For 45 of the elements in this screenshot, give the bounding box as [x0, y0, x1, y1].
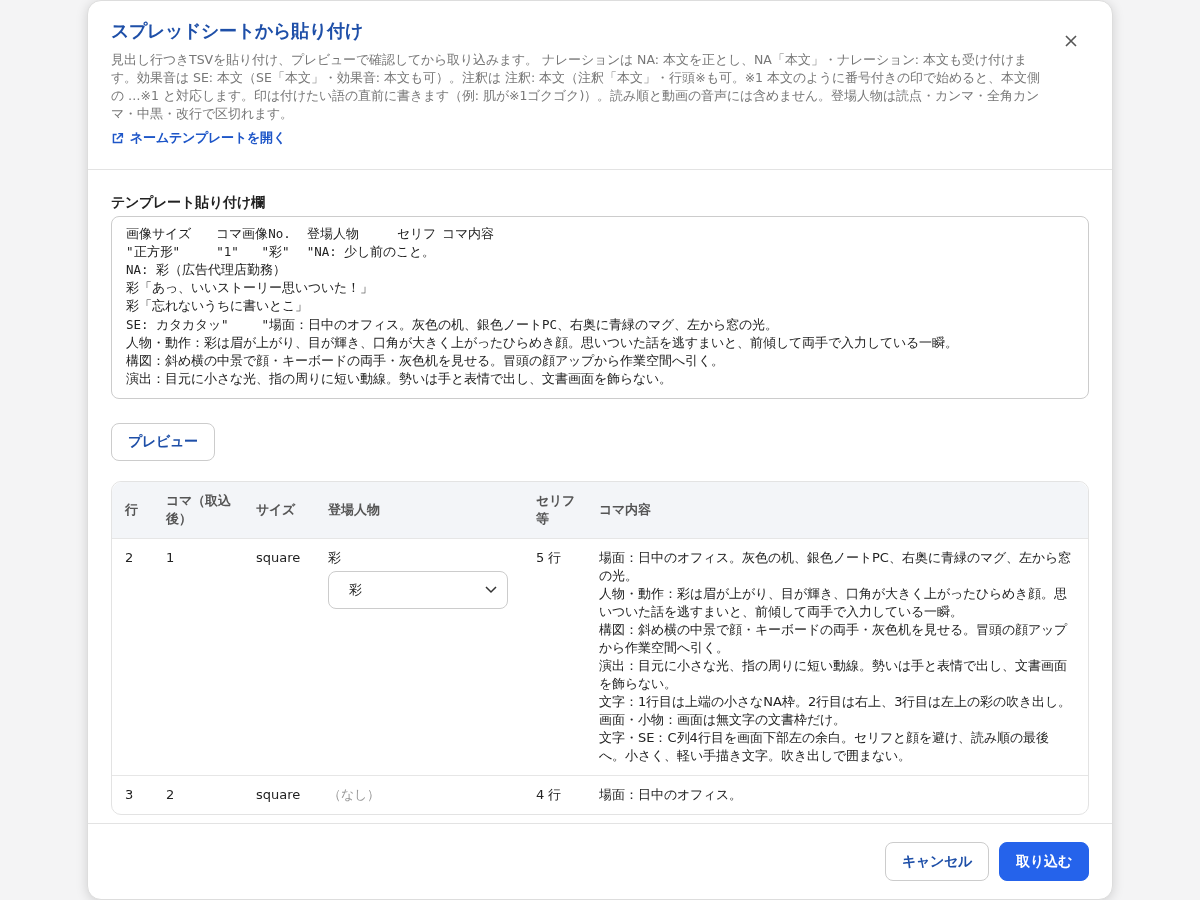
table-cell-text: 2: [124, 548, 135, 567]
character-select[interactable]: 彩: [328, 570, 508, 609]
preview-button[interactable]: プレビュー: [111, 422, 215, 461]
pasted-line: 彩「あっ、いいストーリー思いついた！」: [126, 279, 373, 298]
template-link[interactable]: ネームテンプレートを開く: [111, 129, 286, 147]
pasted-line: SE: カタカタッ" "場面：日中のオフィス。灰色の机、銀色ノートPC、右奥に青緑のマグ、左から窓の光。: [126, 315, 779, 334]
paste-field[interactable]: [111, 215, 1089, 399]
column-header: コマ（取込後）: [165, 491, 232, 528]
column-header: セリフ等: [535, 491, 576, 528]
column-header: 登場人物: [327, 500, 381, 519]
cancel-button[interactable]: キャンセル: [885, 842, 989, 881]
pasted-line: 人物・動作：彩は眉が上がり、目が輝き、口角が大きく上がったひらめき顔。思いついた話を逃すまいと、前傾して両手で入力している一瞬。: [126, 333, 958, 352]
panel-content-line: 人物・動作：彩は眉が上がり、目が輝き、口角が大きく上がったひらめき顔。思いついた話を逃すまいと、前傾して両手で入力している一瞬。: [599, 584, 1068, 621]
table-cell-text: square: [255, 548, 302, 567]
table-cell-text: 4 行: [535, 785, 563, 804]
panel-content-line: 演出：目元に小さな光、指の周りに短い動線。勢いは手と表情で出し、文書画面を飾らない。: [599, 656, 1068, 693]
pasted-line: 構図：斜め横の中景で顔・キーボードの両手・灰色机を見せる。冒頭の顔アップから作業空間へ引く。: [126, 351, 724, 370]
paste-field-label: テンプレート貼り付け欄: [111, 193, 266, 212]
panel-content-line: 文字・SE：C列4行目を画面下部左の余白。セリフと顔を避け、読み順の最後へ。小さく、軽い手描き文字。吹き出しで囲まない。: [599, 728, 1050, 765]
table-cell-text: 5 行: [535, 548, 563, 567]
external-link-icon: [111, 131, 124, 145]
table-cell-text: 1: [165, 548, 176, 567]
column-header: サイズ: [255, 500, 297, 519]
panel-content-line: 場面：日中のオフィス。灰色の机、銀色ノートPC、右奥に青緑のマグ、左から窓の光。: [599, 548, 1072, 585]
pasted-line: 彩「忘れないうちに書いとこ」: [126, 297, 308, 316]
close-icon: [1065, 35, 1077, 47]
pasted-line: NA: 彩（広告代理店勤務）: [126, 260, 287, 279]
import-button[interactable]: 取り込む: [999, 842, 1089, 881]
table-cell-text: 3: [124, 785, 135, 804]
table-cell-text: 2: [165, 785, 176, 804]
panel-content-line: 構図：斜め横の中景で顔・キーボードの両手・灰色机を見せる。冒頭の顔アップから作業空間へ引く。: [599, 620, 1069, 657]
panel-content-line: 文字：1行目は上端の小さなNA枠。2行目は右上、3行目は左上の彩の吹き出し。: [599, 692, 1073, 711]
table-cell-text: square: [255, 785, 302, 804]
pasted-line: 演出：目元に小さな光、指の周りに短い動線。勢いは手と表情で出し、文書画面を飾らない。: [126, 370, 672, 389]
pasted-line: "正方形" "1" "彩" "NA: 少し前のこと。: [126, 242, 436, 261]
character-names: （なし）: [328, 785, 381, 804]
pasted-line: 画像サイズ コマ画像No. 登場人物 セリフ コマ内容: [126, 224, 495, 243]
chevron-down-icon: [485, 585, 497, 594]
panel-content-line: 場面：日中のオフィス。: [599, 785, 743, 804]
dialog-description: 見出し行つきTSVを貼り付け、プレビューで確認してから取り込みます。 ナレーションは NA: 本文を正とし、NA「本文」・ナレーション: 本文も受け付けます。効果音は SE: 本文（SE「本文」・効果音: 本文も可）。注釈は 注釈: 本文（注釈「本文」・行頭※も可。※1 本文のように番号付きの印で始めると、本文側の …※1 と対応します。印は付けたい語の直前に書きます（例: 肌が※1ゴクゴク)）。読み順と動画の音声には含めません。登場人物は読点・カンマ・全角カンマ・中黒・改行で区切れます。: [111, 51, 1041, 123]
dialog-title: スプレッドシートから貼り付け: [111, 19, 364, 43]
panel-content-line: 画面・小物：画面は無文字の文書枠だけ。: [599, 710, 847, 729]
column-header: コマ内容: [598, 500, 652, 519]
column-header: 行: [124, 500, 139, 519]
character-names: 彩: [328, 548, 342, 567]
